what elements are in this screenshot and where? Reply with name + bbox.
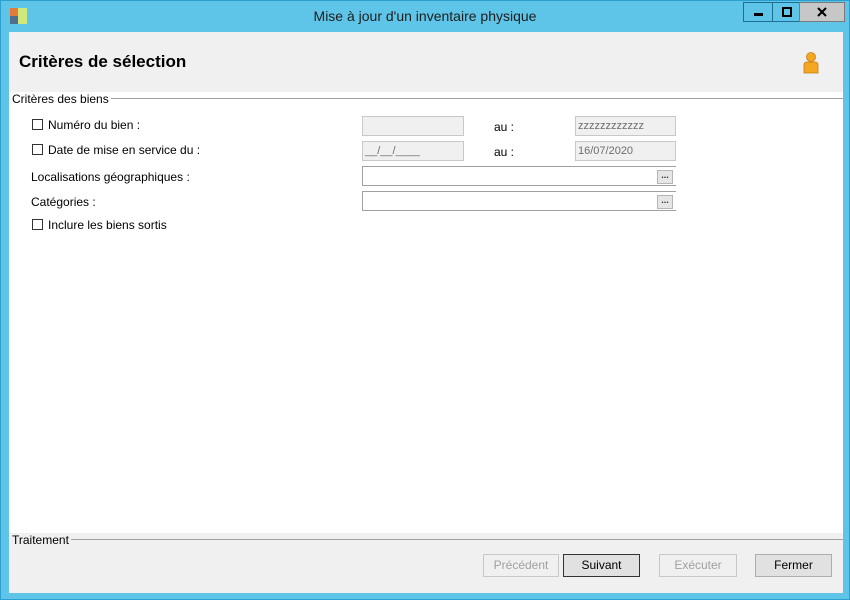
numero-label: Numéro du bien : <box>48 118 141 132</box>
date-checkbox[interactable] <box>32 144 43 155</box>
localisations-label: Localisations géographiques : <box>31 170 190 184</box>
traitement-group-title: Traitement <box>12 533 71 547</box>
numero-to-input[interactable]: zzzzzzzzzzzz <box>575 116 676 136</box>
close-window-button[interactable] <box>799 2 845 22</box>
categories-browse-button[interactable]: ... <box>657 195 673 209</box>
wizard-header: Critères de sélection <box>9 32 843 92</box>
inclure-label: Inclure les biens sortis <box>48 218 167 232</box>
client-area: Critères de sélection Critères des biens… <box>9 32 843 593</box>
date-to-input[interactable]: 16/07/2020 <box>575 141 676 161</box>
date-to-label: au : <box>494 145 515 159</box>
minimize-icon <box>753 13 763 16</box>
maximize-button[interactable] <box>772 2 800 22</box>
minimize-button[interactable] <box>743 2 773 22</box>
numero-from-input[interactable] <box>362 116 464 136</box>
maximize-icon <box>781 7 792 17</box>
numero-to-label: au : <box>494 120 515 134</box>
title-bar[interactable]: Mise à jour d'un inventaire physique <box>1 1 849 31</box>
suivant-button[interactable]: Suivant <box>563 554 640 577</box>
inclure-checkbox[interactable] <box>32 219 43 230</box>
wizard-footer: Traitement Précédent Suivant Exécuter Fe… <box>9 533 843 593</box>
date-label: Date de mise en service du : <box>48 143 201 157</box>
executer-button[interactable]: Exécuter <box>659 554 737 577</box>
traitement-group-line <box>63 539 843 540</box>
close-icon <box>817 7 827 17</box>
localisations-input[interactable] <box>362 166 676 186</box>
numero-checkbox[interactable] <box>32 119 43 130</box>
categories-label: Catégories : <box>31 195 96 209</box>
application-window: Mise à jour d'un inventaire physique Cri… <box>0 0 850 600</box>
localisations-browse-button[interactable]: ... <box>657 170 673 184</box>
categories-input[interactable] <box>362 191 676 211</box>
precedent-button[interactable]: Précédent <box>483 554 559 577</box>
fermer-button[interactable]: Fermer <box>755 554 832 577</box>
criteria-group-title: Critères des biens <box>12 92 111 106</box>
criteria-group-line <box>69 98 843 99</box>
window-title: Mise à jour d'un inventaire physique <box>313 8 537 24</box>
user-icon[interactable] <box>802 52 820 74</box>
date-from-input[interactable]: __/__/____ <box>362 141 464 161</box>
page-title: Critères de sélection <box>19 52 187 71</box>
